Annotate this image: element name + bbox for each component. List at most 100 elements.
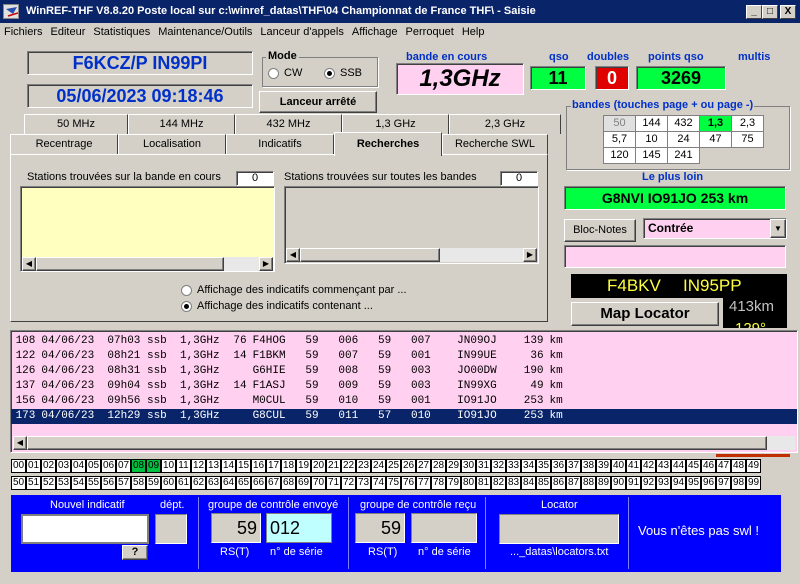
band-cell[interactable]: 50: [603, 115, 636, 132]
band-cell[interactable]: 24: [667, 131, 700, 148]
serial-number-cell[interactable]: 69: [296, 476, 311, 490]
serial-number-cell[interactable]: 01: [26, 459, 41, 473]
serial-number-cell[interactable]: 64: [221, 476, 236, 490]
band-cell[interactable]: 120: [603, 147, 636, 164]
tab-recentrage[interactable]: Recentrage: [10, 134, 118, 154]
serial-number-cell[interactable]: 11: [176, 459, 191, 473]
tab-recherche-swl[interactable]: Recherche SWL: [442, 134, 548, 154]
serial-number-cell[interactable]: 83: [506, 476, 521, 490]
close-button[interactable]: X: [780, 5, 796, 19]
serial-number-cell[interactable]: 85: [536, 476, 551, 490]
serial-number-cell[interactable]: 45: [686, 459, 701, 473]
serial-number-cell[interactable]: 16: [251, 459, 266, 473]
serial-number-cell[interactable]: 14: [221, 459, 236, 473]
recu-serial-field[interactable]: [411, 513, 477, 543]
serial-number-cell[interactable]: 73: [356, 476, 371, 490]
chevron-down-icon[interactable]: ▼: [770, 219, 786, 238]
map-locator-button[interactable]: Map Locator: [571, 302, 719, 326]
serial-number-cell[interactable]: 89: [596, 476, 611, 490]
env-rst-field[interactable]: 59: [211, 513, 261, 543]
serial-number-cell[interactable]: 08: [131, 459, 146, 473]
tab-144mhz[interactable]: 144 MHz: [128, 114, 235, 134]
serial-number-cell[interactable]: 25: [386, 459, 401, 473]
menu-affichage[interactable]: Affichage: [348, 23, 402, 38]
table-row[interactable]: 108 04/06/23 07h03 ssb 1,3GHz 76 F4HOG 59 006 59 0…: [11, 334, 797, 349]
serial-number-cell[interactable]: 24: [371, 459, 386, 473]
table-row[interactable]: 156 04/06/23 09h56 ssb 1,3GHz M0CUL 59 010 59 001…: [11, 394, 797, 409]
launcher-button[interactable]: Lanceur arrêté: [259, 91, 377, 113]
dept-field[interactable]: [155, 514, 187, 544]
tab-1-3ghz[interactable]: 1,3 GHz: [342, 114, 449, 134]
serial-number-cell[interactable]: 03: [56, 459, 71, 473]
minimize-button[interactable]: _: [746, 5, 762, 19]
menu-fichiers[interactable]: Fichiers: [0, 23, 47, 38]
serial-number-cell[interactable]: 12: [191, 459, 206, 473]
serial-number-cell[interactable]: 04: [71, 459, 86, 473]
serial-number-cell[interactable]: 02: [41, 459, 56, 473]
serial-number-cell[interactable]: 07: [116, 459, 131, 473]
serial-number-cell[interactable]: 19: [296, 459, 311, 473]
recu-rst-field[interactable]: 59: [355, 513, 405, 543]
serial-number-cell[interactable]: 42: [641, 459, 656, 473]
serial-number-cell[interactable]: 13: [206, 459, 221, 473]
serial-number-cell[interactable]: 65: [236, 476, 251, 490]
serial-number-cell[interactable]: 82: [491, 476, 506, 490]
locator-input[interactable]: [499, 514, 619, 544]
tab-2-3ghz[interactable]: 2,3 GHz: [449, 114, 561, 134]
serial-number-cell[interactable]: 29: [446, 459, 461, 473]
env-serial-field[interactable]: 012: [266, 513, 332, 543]
serial-number-cell[interactable]: 00: [11, 459, 26, 473]
band-cell[interactable]: 432: [667, 115, 700, 132]
serial-number-cell[interactable]: 21: [326, 459, 341, 473]
serial-number-cell[interactable]: 17: [266, 459, 281, 473]
menu-maintenance[interactable]: Maintenance/Outils: [154, 23, 256, 38]
cw-radio[interactable]: [268, 68, 279, 79]
serial-number-cell[interactable]: 61: [176, 476, 191, 490]
serial-number-cell[interactable]: 84: [521, 476, 536, 490]
serial-number-cell[interactable]: 54: [71, 476, 86, 490]
serial-number-cell[interactable]: 35: [536, 459, 551, 473]
serial-number-cell[interactable]: 26: [401, 459, 416, 473]
serial-number-cell[interactable]: 93: [656, 476, 671, 490]
serial-number-cell[interactable]: 66: [251, 476, 266, 490]
serial-number-cell[interactable]: 58: [131, 476, 146, 490]
serial-number-cell[interactable]: 91: [626, 476, 641, 490]
serial-number-cell[interactable]: 78: [431, 476, 446, 490]
serial-number-cell[interactable]: 94: [671, 476, 686, 490]
serial-number-cell[interactable]: 97: [716, 476, 731, 490]
serial-number-cell[interactable]: 88: [581, 476, 596, 490]
serial-number-cell[interactable]: 36: [551, 459, 566, 473]
band-list-scrollbar[interactable]: ◀ ▶: [22, 257, 273, 271]
menu-help[interactable]: Help: [458, 23, 489, 38]
serial-number-cell[interactable]: 96: [701, 476, 716, 490]
band-cell[interactable]: 2,3: [731, 115, 764, 132]
serial-number-cell[interactable]: 79: [446, 476, 461, 490]
serial-number-cell[interactable]: 63: [206, 476, 221, 490]
serial-number-cell[interactable]: 06: [101, 459, 116, 473]
tab-432mhz[interactable]: 432 MHz: [235, 114, 342, 134]
table-row[interactable]: 173 04/06/23 12h29 ssb 1,3GHz G8CUL 59 011 57 010…: [11, 409, 797, 424]
serial-number-cell[interactable]: 76: [401, 476, 416, 490]
serial-number-cell[interactable]: 62: [191, 476, 206, 490]
serial-number-cell[interactable]: 67: [266, 476, 281, 490]
serial-number-cell[interactable]: 23: [356, 459, 371, 473]
all-list-scrollbar[interactable]: ◀ ▶: [286, 248, 537, 262]
serial-number-cell[interactable]: 50: [11, 476, 26, 490]
serial-number-cell[interactable]: 32: [491, 459, 506, 473]
serial-number-cell[interactable]: 43: [656, 459, 671, 473]
serial-number-cell[interactable]: 30: [461, 459, 476, 473]
serial-number-cell[interactable]: 99: [746, 476, 761, 490]
serial-number-cell[interactable]: 41: [626, 459, 641, 473]
table-row[interactable]: 126 04/06/23 08h31 ssb 1,3GHz G6HIE 59 008 59 003…: [11, 364, 797, 379]
serial-number-cell[interactable]: 37: [566, 459, 581, 473]
serial-number-cell[interactable]: 71: [326, 476, 341, 490]
serial-number-cell[interactable]: 75: [386, 476, 401, 490]
menu-statistiques[interactable]: Statistiques: [89, 23, 154, 38]
ssb-radio[interactable]: [324, 68, 335, 79]
bloc-notes-button[interactable]: Bloc-Notes: [564, 219, 636, 242]
serial-number-cell[interactable]: 60: [161, 476, 176, 490]
menu-editeur[interactable]: Editeur: [47, 23, 90, 38]
serial-number-cell[interactable]: 68: [281, 476, 296, 490]
nouvel-input[interactable]: [21, 514, 149, 544]
serial-number-cell[interactable]: 74: [371, 476, 386, 490]
